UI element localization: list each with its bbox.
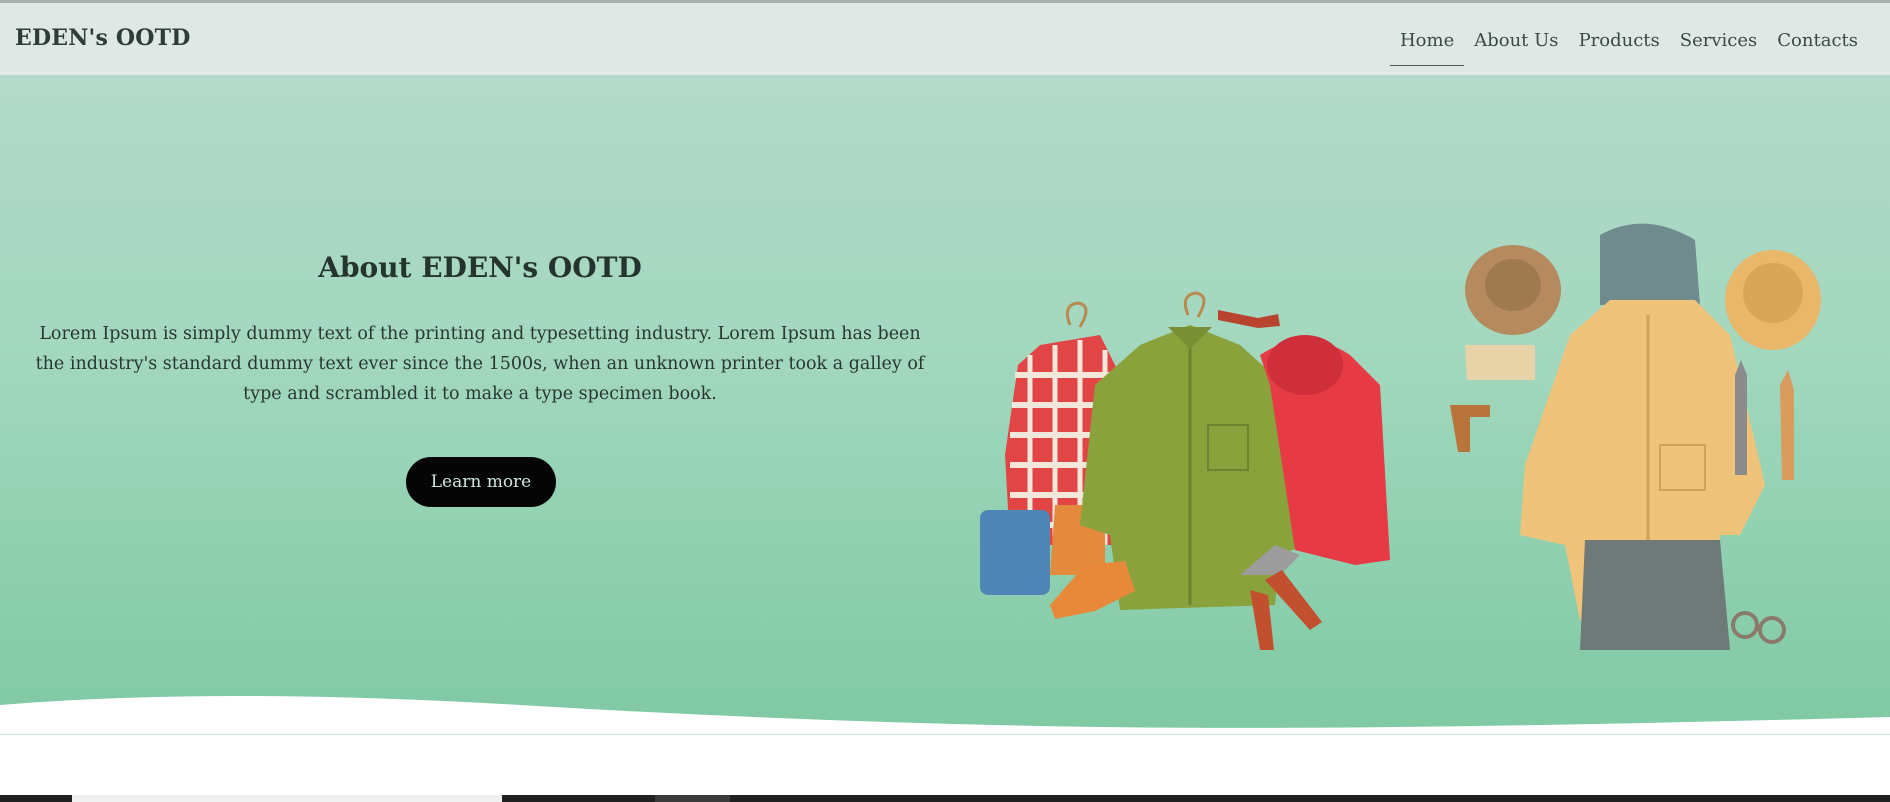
hero-wave-divider bbox=[0, 696, 1890, 735]
gray-skirt bbox=[1580, 540, 1730, 650]
hand-saw bbox=[1780, 370, 1794, 480]
navbar: EDEN's OOTD Home About Us Products Servi… bbox=[0, 3, 1890, 75]
nav-products-link[interactable]: Products bbox=[1569, 27, 1670, 66]
brand-logo[interactable]: EDEN's OOTD bbox=[15, 25, 190, 51]
section-divider bbox=[0, 734, 1890, 735]
nav-contacts-link[interactable]: Contacts bbox=[1767, 27, 1868, 66]
scissors bbox=[1735, 360, 1747, 475]
brush-tool bbox=[1218, 310, 1280, 328]
hero-section: About EDEN's OOTD Lorem Ipsum is simply … bbox=[0, 75, 1890, 735]
hero-description: Lorem Ipsum is simply dummy text of the … bbox=[35, 324, 925, 404]
trowel-handle bbox=[1450, 405, 1490, 452]
learn-more-button[interactable]: Learn more bbox=[406, 457, 556, 507]
clothing-collage-illustration bbox=[980, 223, 1821, 650]
main-nav: Home About Us Products Services Contacts bbox=[1389, 27, 1868, 66]
taskbar-tab-active[interactable] bbox=[72, 795, 502, 802]
denim-pocket bbox=[980, 510, 1050, 595]
nav-services-link[interactable]: Services bbox=[1670, 27, 1767, 66]
hero-title: About EDEN's OOTD bbox=[318, 251, 642, 284]
nav-home-link[interactable]: Home bbox=[1389, 27, 1465, 66]
work-glove bbox=[1465, 345, 1535, 380]
hanger-hooks bbox=[1065, 241, 1664, 328]
nav-about-us-link[interactable]: About Us bbox=[1464, 27, 1568, 66]
taskbar-tab[interactable] bbox=[655, 795, 730, 802]
